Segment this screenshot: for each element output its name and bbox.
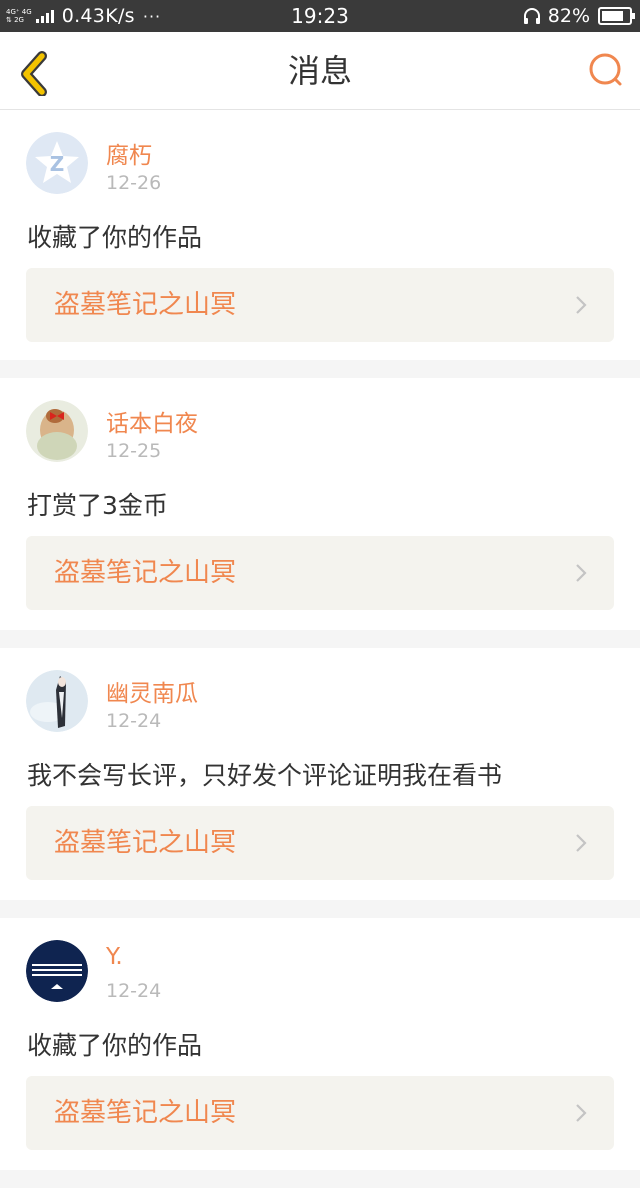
message-card: 话本白夜 12-25 打赏了3金币 盗墓笔记之山冥	[0, 378, 640, 630]
user-name[interactable]: 腐朽	[106, 136, 152, 170]
chevron-right-icon	[576, 296, 587, 314]
status-right: 82%	[522, 0, 635, 32]
work-title: 盗墓笔记之山冥	[54, 290, 237, 320]
qq-default-avatar-icon: Z	[26, 132, 88, 194]
message-text: 收藏了你的作品	[27, 1031, 203, 1060]
work-link-button[interactable]: 盗墓笔记之山冥	[26, 1076, 614, 1150]
battery-percent: 82%	[547, 5, 590, 27]
avatar[interactable]	[26, 400, 88, 462]
navy-logo-avatar-icon	[26, 940, 88, 1002]
work-link-button[interactable]: 盗墓笔记之山冥	[26, 268, 614, 342]
headphone-icon	[523, 8, 540, 24]
message-text: 收藏了你的作品	[27, 223, 203, 252]
message-date: 12-24	[106, 980, 162, 1002]
chevron-right-icon	[576, 1104, 587, 1122]
status-bar: 4G⁺ 4G ⇅ 2G 0.43K/s ··· 19:23 82%	[0, 0, 640, 32]
search-button[interactable]	[584, 48, 630, 94]
avatar[interactable]	[26, 670, 88, 732]
work-title: 盗墓笔记之山冥	[54, 828, 237, 858]
message-date: 12-25	[106, 440, 162, 462]
user-name[interactable]: 幽灵南瓜	[106, 674, 198, 708]
user-name[interactable]: Y.	[106, 944, 123, 970]
message-card: Y. 12-24 收藏了你的作品 盗墓笔记之山冥	[0, 918, 640, 1170]
chevron-right-icon	[576, 834, 587, 852]
message-list: Z 腐朽 12-26 收藏了你的作品 盗墓笔记之山冥 话本白夜 12-25 打赏…	[0, 110, 640, 1188]
girl-photo-avatar-icon	[26, 400, 88, 462]
work-link-button[interactable]: 盗墓笔记之山冥	[26, 536, 614, 610]
message-card: 幽灵南瓜 12-24 我不会写长评，只好发个评论证明我在看书 盗墓笔记之山冥	[0, 648, 640, 900]
work-title: 盗墓笔记之山冥	[54, 1098, 237, 1128]
page-title: 消息	[287, 52, 352, 90]
search-icon	[589, 53, 622, 86]
anime-figure-avatar-icon	[26, 670, 88, 732]
svg-text:Z: Z	[50, 152, 65, 176]
battery-icon	[598, 7, 635, 25]
message-date: 12-24	[106, 710, 162, 732]
avatar[interactable]	[26, 940, 88, 1002]
work-link-button[interactable]: 盗墓笔记之山冥	[26, 806, 614, 880]
message-text: 我不会写长评，只好发个评论证明我在看书	[27, 761, 503, 790]
battery-level-fill	[602, 11, 623, 21]
work-title: 盗墓笔记之山冥	[54, 558, 237, 588]
chevron-right-icon	[576, 564, 587, 582]
message-date: 12-26	[106, 172, 162, 194]
user-name[interactable]: 话本白夜	[106, 404, 198, 438]
message-text: 打赏了3金币	[27, 491, 168, 520]
top-nav-bar: 消息	[0, 32, 640, 110]
avatar[interactable]: Z	[26, 132, 88, 194]
message-card: Z 腐朽 12-26 收藏了你的作品 盗墓笔记之山冥	[0, 110, 640, 360]
